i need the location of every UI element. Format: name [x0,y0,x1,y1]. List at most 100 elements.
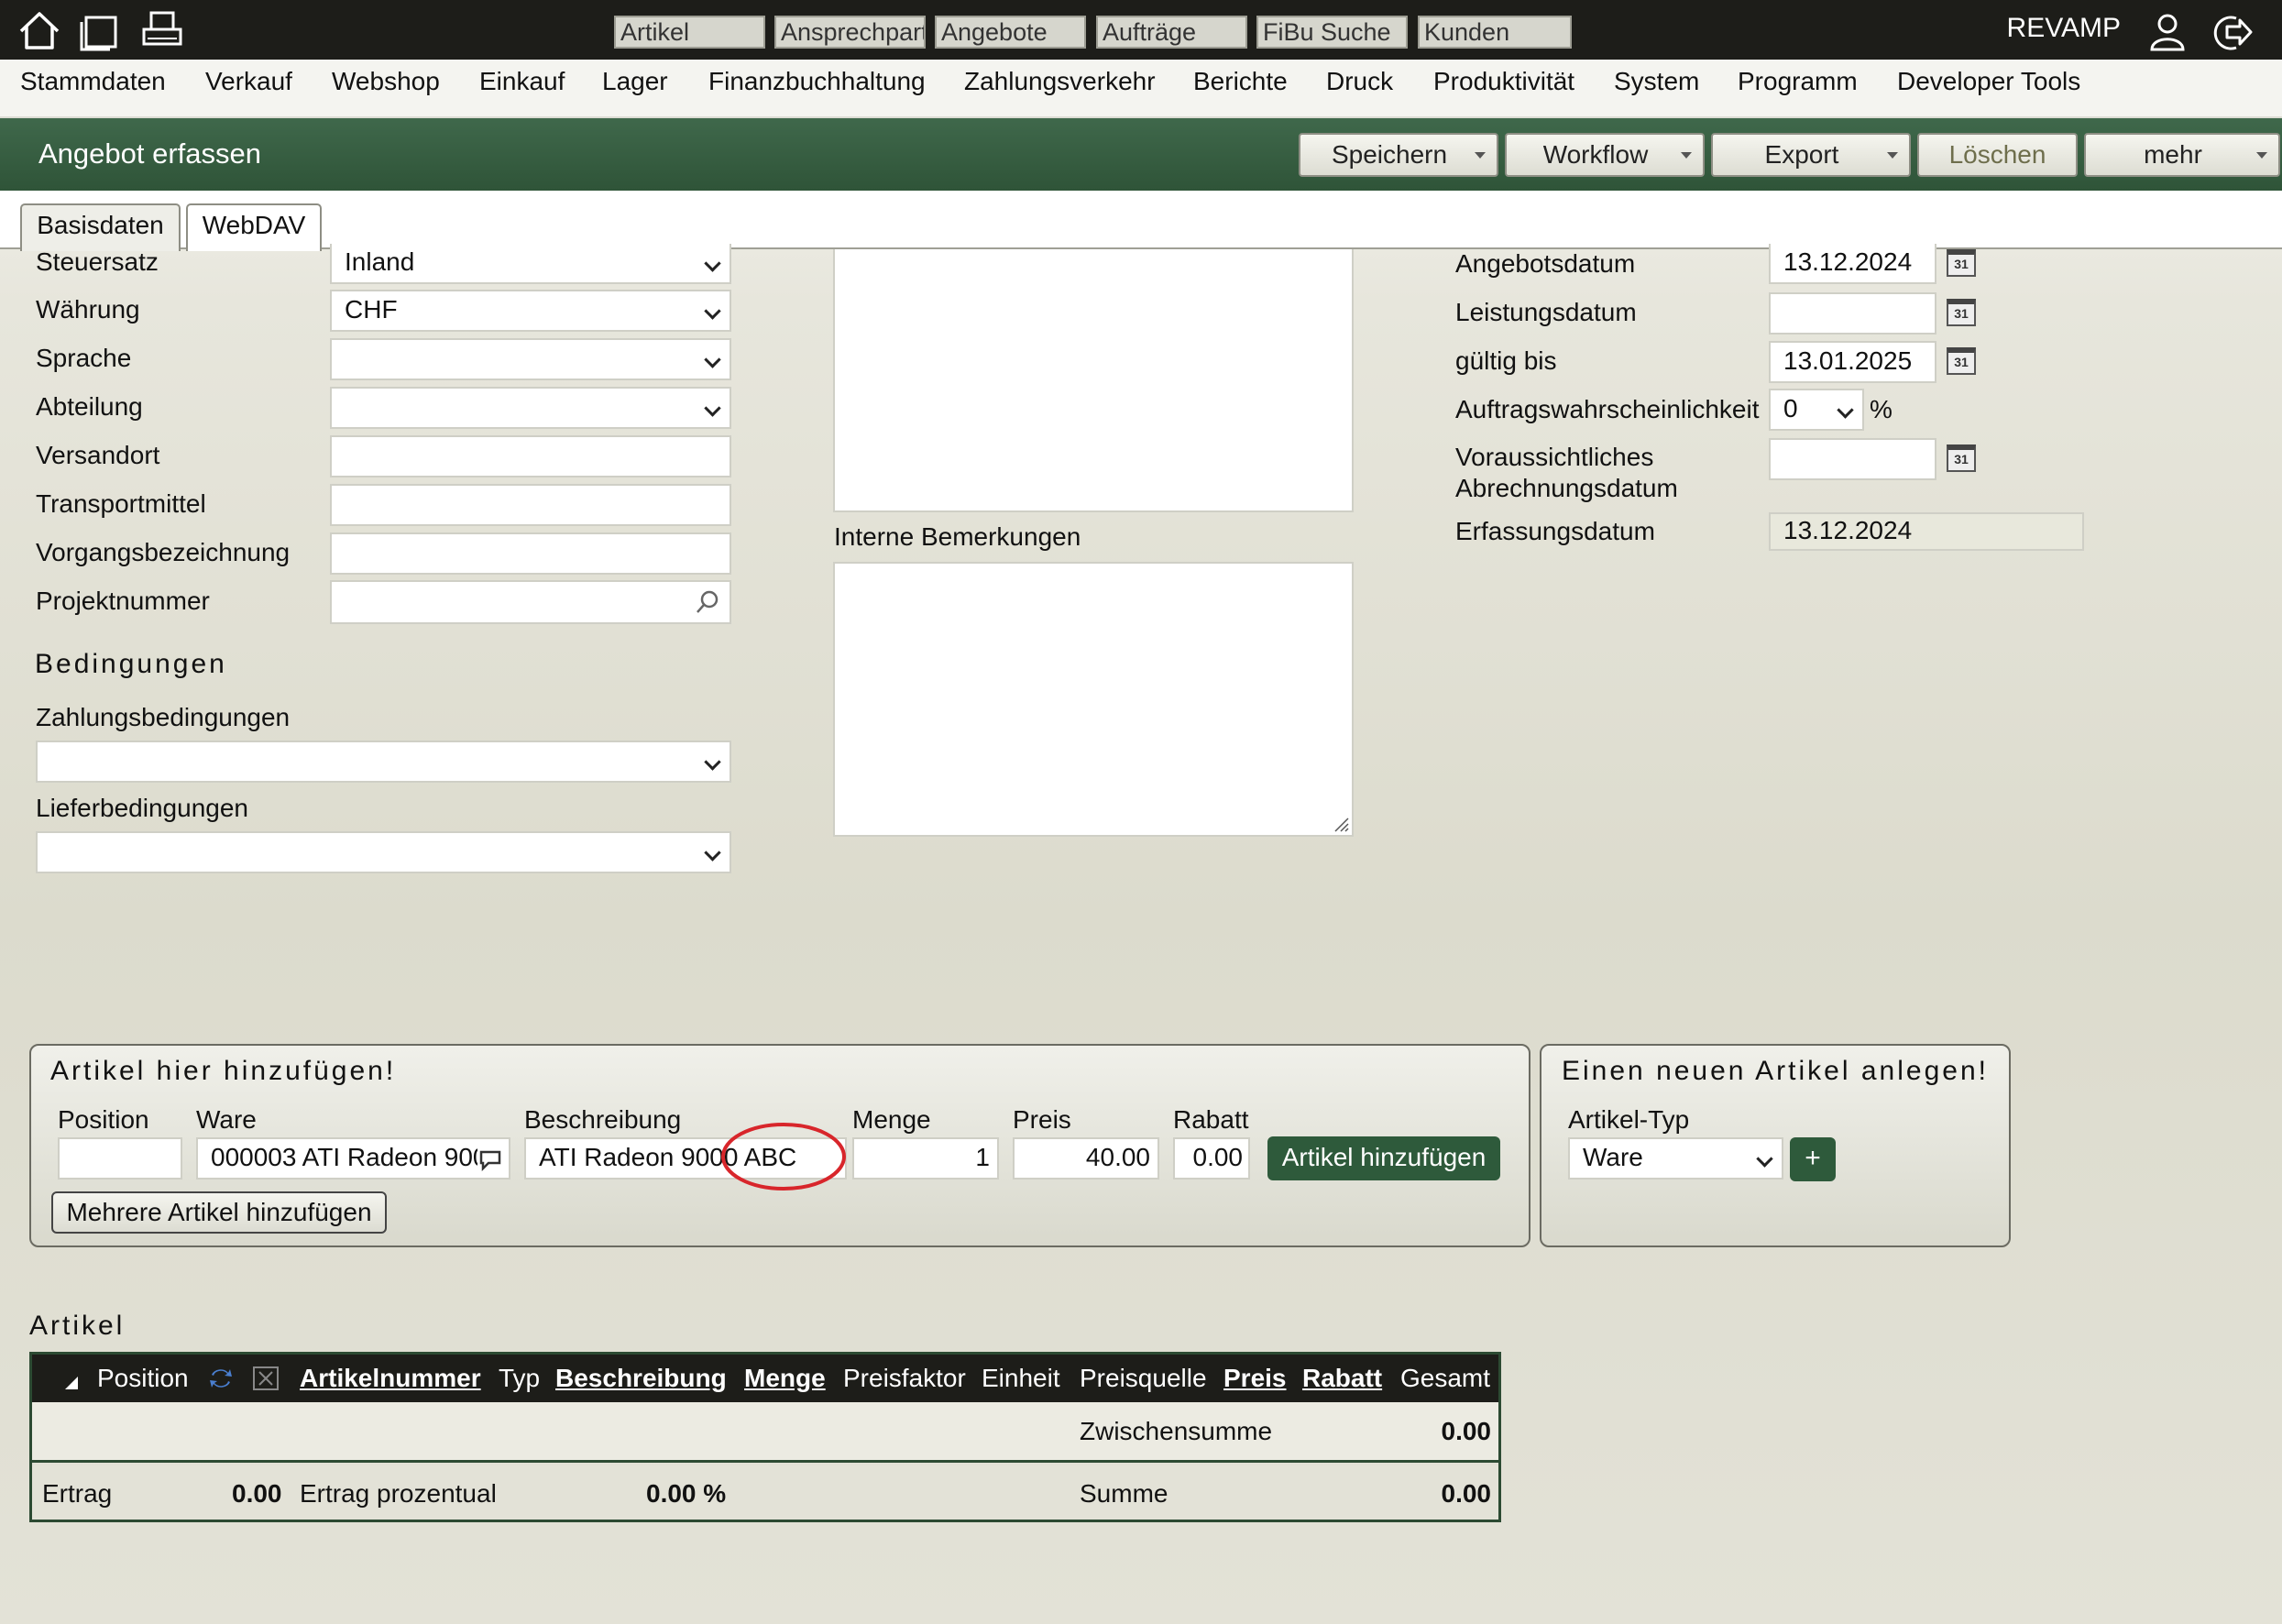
workflow-label: Workflow [1542,140,1649,169]
zahlungsbedingungen-select[interactable] [36,741,731,783]
menu-developer-tools[interactable]: Developer Tools [1897,67,2080,96]
steuersatz-select[interactable]: Inland [330,244,731,284]
projektnummer-label: Projektnummer [36,587,210,615]
quick-search-ansprechpartner[interactable]: Ansprechpartner [774,16,926,49]
menu-webshop[interactable]: Webshop [332,67,440,96]
col-preis[interactable]: Preis [1223,1364,1287,1393]
position-input[interactable] [58,1137,182,1180]
calendar-icon[interactable]: 31 [1947,299,1976,326]
versandort-input[interactable] [330,435,731,477]
menu-finanzbuchhaltung[interactable]: Finanzbuchhaltung [708,67,926,96]
quick-search-artikel[interactable]: Artikel [614,16,765,49]
sort-corner-icon[interactable] [63,1375,80,1391]
menu-programm[interactable]: Programm [1738,67,1858,96]
export-label: Export [1764,140,1839,169]
menu-druck[interactable]: Druck [1326,67,1393,96]
gueltig-bis-input[interactable]: 13.01.2025 [1769,341,1936,383]
reorder-icon[interactable] [206,1364,236,1393]
erfassungsdatum-value: 13.12.2024 [1769,512,2084,551]
page-title: Angebot erfassen [38,137,262,170]
position-label: Position [58,1105,149,1134]
bemerkungen-textarea[interactable] [833,249,1354,512]
delete-button[interactable]: Löschen [1917,133,2078,177]
menu-berichte[interactable]: Berichte [1193,67,1288,96]
page-header: Angebot erfassen Speichern Workflow Expo… [0,118,2282,191]
menu-lager[interactable]: Lager [602,67,668,96]
add-multiple-articles-button[interactable]: Mehrere Artikel hinzufügen [51,1191,387,1234]
quick-search-kunden[interactable]: Kunden [1418,16,1572,49]
preis-input[interactable]: 40.00 [1013,1137,1159,1180]
transportmittel-label: Transportmittel [36,489,206,518]
menu-verkauf[interactable]: Verkauf [205,67,292,96]
waehrung-select[interactable]: CHF [330,290,731,332]
leistungsdatum-input[interactable] [1769,292,1936,335]
logout-icon[interactable] [2209,11,2255,53]
col-beschreibung[interactable]: Beschreibung [555,1364,727,1393]
transportmittel-input[interactable] [330,484,731,526]
subtotal-row: Zwischensumme 0.00 [32,1402,1498,1463]
printer-icon[interactable] [139,9,185,51]
articles-title: Artikel [29,1311,126,1341]
home-icon[interactable] [16,9,62,51]
col-rabatt[interactable]: Rabatt [1302,1364,1382,1393]
interne-bemerkungen-textarea[interactable] [833,562,1354,837]
col-einheit: Einheit [982,1364,1060,1392]
menu-einkauf[interactable]: Einkauf [479,67,565,96]
delete-label: Löschen [1948,140,2046,169]
calendar-icon[interactable]: 31 [1947,249,1976,277]
ware-input[interactable]: 000003 ATI Radeon 9000 [196,1137,510,1180]
lieferbedingungen-select[interactable] [36,831,731,873]
caret-down-icon [1681,152,1692,159]
quick-search-auftraege[interactable]: Aufträge [1096,16,1247,49]
rabatt-input[interactable]: 0.00 [1173,1137,1250,1180]
save-button[interactable]: Speichern [1299,133,1498,177]
table-header: Position Artikelnummer Typ Beschreibung … [32,1355,1498,1402]
angebotsdatum-input[interactable]: 13.12.2024 [1769,244,1936,284]
speech-bubble-icon[interactable] [477,1147,503,1172]
save-label: Speichern [1331,140,1448,169]
menu-stammdaten[interactable]: Stammdaten [20,67,166,96]
window-icon[interactable] [77,9,123,51]
menu-system[interactable]: System [1614,67,1699,96]
interne-bemerkungen-label: Interne Bemerkungen [834,522,1081,551]
ertrag-label: Ertrag [42,1479,113,1508]
top-bar: Artikel Ansprechpartner Angebote Aufträg… [0,0,2282,60]
resize-handle-icon[interactable] [1332,815,1350,833]
col-menge[interactable]: Menge [744,1364,826,1393]
leistungsdatum-label: Leistungsdatum [1455,298,1637,326]
chevron-down-icon [704,400,721,417]
user-icon[interactable] [2145,11,2190,53]
abteilung-select[interactable] [330,387,731,429]
chevron-down-icon [1837,401,1854,419]
artikel-typ-select[interactable]: Ware [1568,1137,1783,1180]
more-button[interactable]: mehr [2084,133,2280,177]
quick-search-angebote[interactable]: Angebote [935,16,1086,49]
export-button[interactable]: Export [1711,133,1911,177]
quick-search-fibu[interactable]: FiBu Suche [1256,16,1408,49]
workflow-button[interactable]: Workflow [1505,133,1705,177]
projektnummer-input[interactable] [330,580,731,624]
search-icon[interactable] [695,589,720,615]
col-artikelnummer[interactable]: Artikelnummer [300,1364,481,1393]
calendar-icon[interactable]: 31 [1947,347,1976,375]
tab-basisdaten[interactable]: Basisdaten [20,203,181,251]
add-article-button[interactable]: Artikel hinzufügen [1267,1136,1500,1180]
calendar-icon[interactable]: 31 [1947,444,1976,472]
caret-down-icon [1475,152,1486,159]
ware-label: Ware [196,1105,257,1134]
menu-produktivitaet[interactable]: Produktivität [1433,67,1574,96]
menge-input[interactable]: 1 [852,1137,999,1180]
percent-unit: % [1870,395,1893,423]
sprache-select[interactable] [330,338,731,380]
abrechnungsdatum-input[interactable] [1769,438,1936,480]
vorgangsbezeichnung-input[interactable] [330,532,731,575]
ertrag-value: 0.00 [232,1479,282,1508]
delete-checkbox-icon[interactable] [252,1366,280,1391]
articles-table: Position Artikelnummer Typ Beschreibung … [29,1352,1501,1522]
tab-webdav[interactable]: WebDAV [186,203,322,251]
menu-zahlungsverkehr[interactable]: Zahlungsverkehr [964,67,1156,96]
auftragswahrscheinlichkeit-select[interactable]: 0 [1769,389,1864,431]
caret-down-icon [1887,152,1898,159]
menge-label: Menge [852,1105,931,1134]
add-new-article-button[interactable]: + [1790,1137,1836,1181]
